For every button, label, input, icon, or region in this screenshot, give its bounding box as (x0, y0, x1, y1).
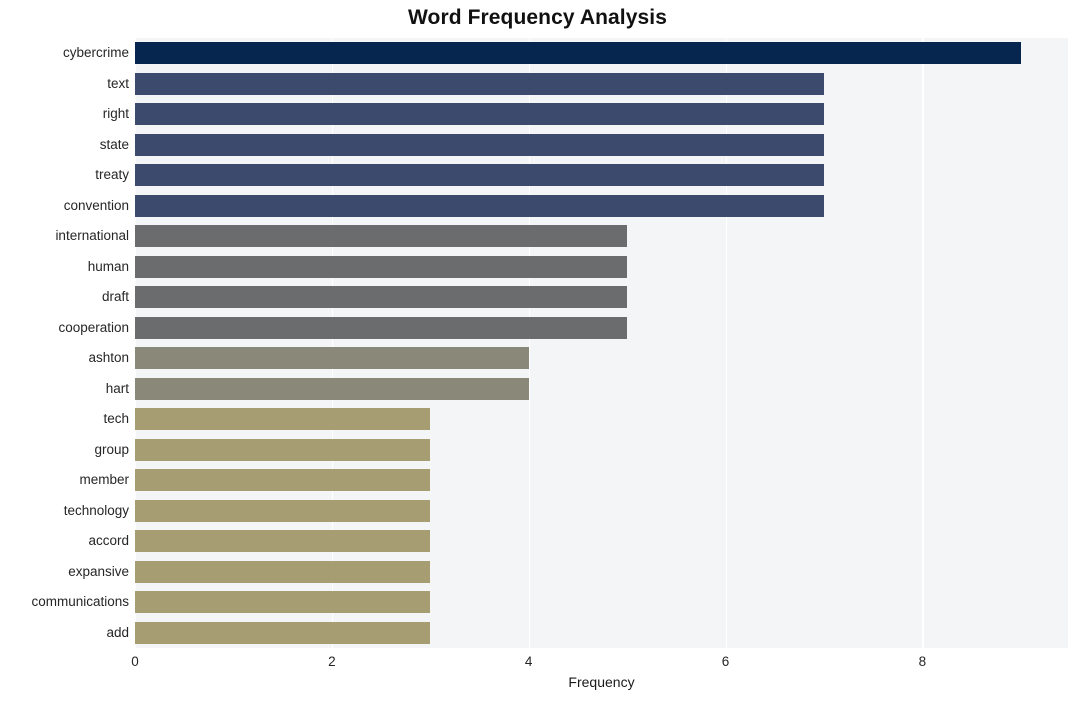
y-tick-label-tech: tech (103, 411, 129, 427)
bar-tech[interactable] (135, 408, 431, 431)
bar-hart[interactable] (135, 377, 529, 400)
x-tick-label-6: 6 (721, 654, 730, 669)
y-tick-label-draft: draft (101, 289, 129, 305)
bar-human[interactable] (135, 255, 628, 278)
bar-ashton[interactable] (135, 347, 529, 370)
x-axis-title: Frequency (568, 674, 635, 690)
y-tick-label-international: international (55, 228, 129, 244)
bar-text[interactable] (135, 72, 824, 95)
y-tick-label-expansive: expansive (68, 563, 129, 579)
x-tick-label-8: 8 (918, 654, 927, 669)
bar-convention[interactable] (135, 194, 824, 217)
x-axis-tick-labels: 0 2 4 6 8 (0, 652, 1075, 674)
x-tick-label-2: 2 (328, 654, 336, 669)
bar-member[interactable] (135, 469, 431, 492)
y-axis-tick-labels: cybercrime text right state treaty convention… (0, 38, 129, 648)
bars-group (135, 38, 1068, 648)
plot-area (135, 38, 1068, 648)
y-tick-label-group: group (94, 441, 129, 457)
bar-state[interactable] (135, 133, 824, 156)
x-tick-label-0: 0 (131, 654, 139, 669)
bar-technology[interactable] (135, 499, 431, 522)
y-tick-label-convention: convention (63, 197, 129, 213)
chart-title: Word Frequency Analysis (407, 6, 668, 29)
y-tick-label-communications: communications (31, 594, 129, 610)
bar-cybercrime[interactable] (135, 42, 1021, 65)
x-tick-label-4: 4 (524, 654, 533, 669)
bar-treaty[interactable] (135, 164, 824, 187)
bar-expansive[interactable] (135, 560, 431, 583)
bar-international[interactable] (135, 225, 628, 248)
y-tick-label-text: text (107, 75, 129, 91)
y-tick-label-treaty: treaty (95, 167, 129, 183)
bar-right[interactable] (135, 103, 824, 126)
bar-add[interactable] (135, 621, 431, 644)
y-tick-label-member: member (79, 472, 129, 488)
y-tick-label-state: state (99, 136, 129, 152)
y-tick-label-cooperation: cooperation (58, 319, 129, 335)
bar-draft[interactable] (135, 286, 628, 309)
y-tick-label-hart: hart (105, 380, 129, 396)
y-tick-label-add: add (106, 624, 129, 640)
bar-accord[interactable] (135, 530, 431, 553)
y-tick-label-accord: accord (88, 533, 129, 549)
y-tick-label-cybercrime: cybercrime (62, 45, 129, 61)
y-tick-label-technology: technology (63, 502, 129, 518)
y-tick-label-ashton: ashton (88, 350, 129, 366)
word-frequency-chart: Word Frequency Analysis cybercrime text ri… (0, 0, 1075, 701)
bar-cooperation[interactable] (135, 316, 628, 339)
bar-communications[interactable] (135, 591, 431, 614)
bar-group[interactable] (135, 438, 431, 461)
y-tick-label-human: human (87, 258, 129, 274)
y-tick-label-right: right (102, 106, 129, 122)
